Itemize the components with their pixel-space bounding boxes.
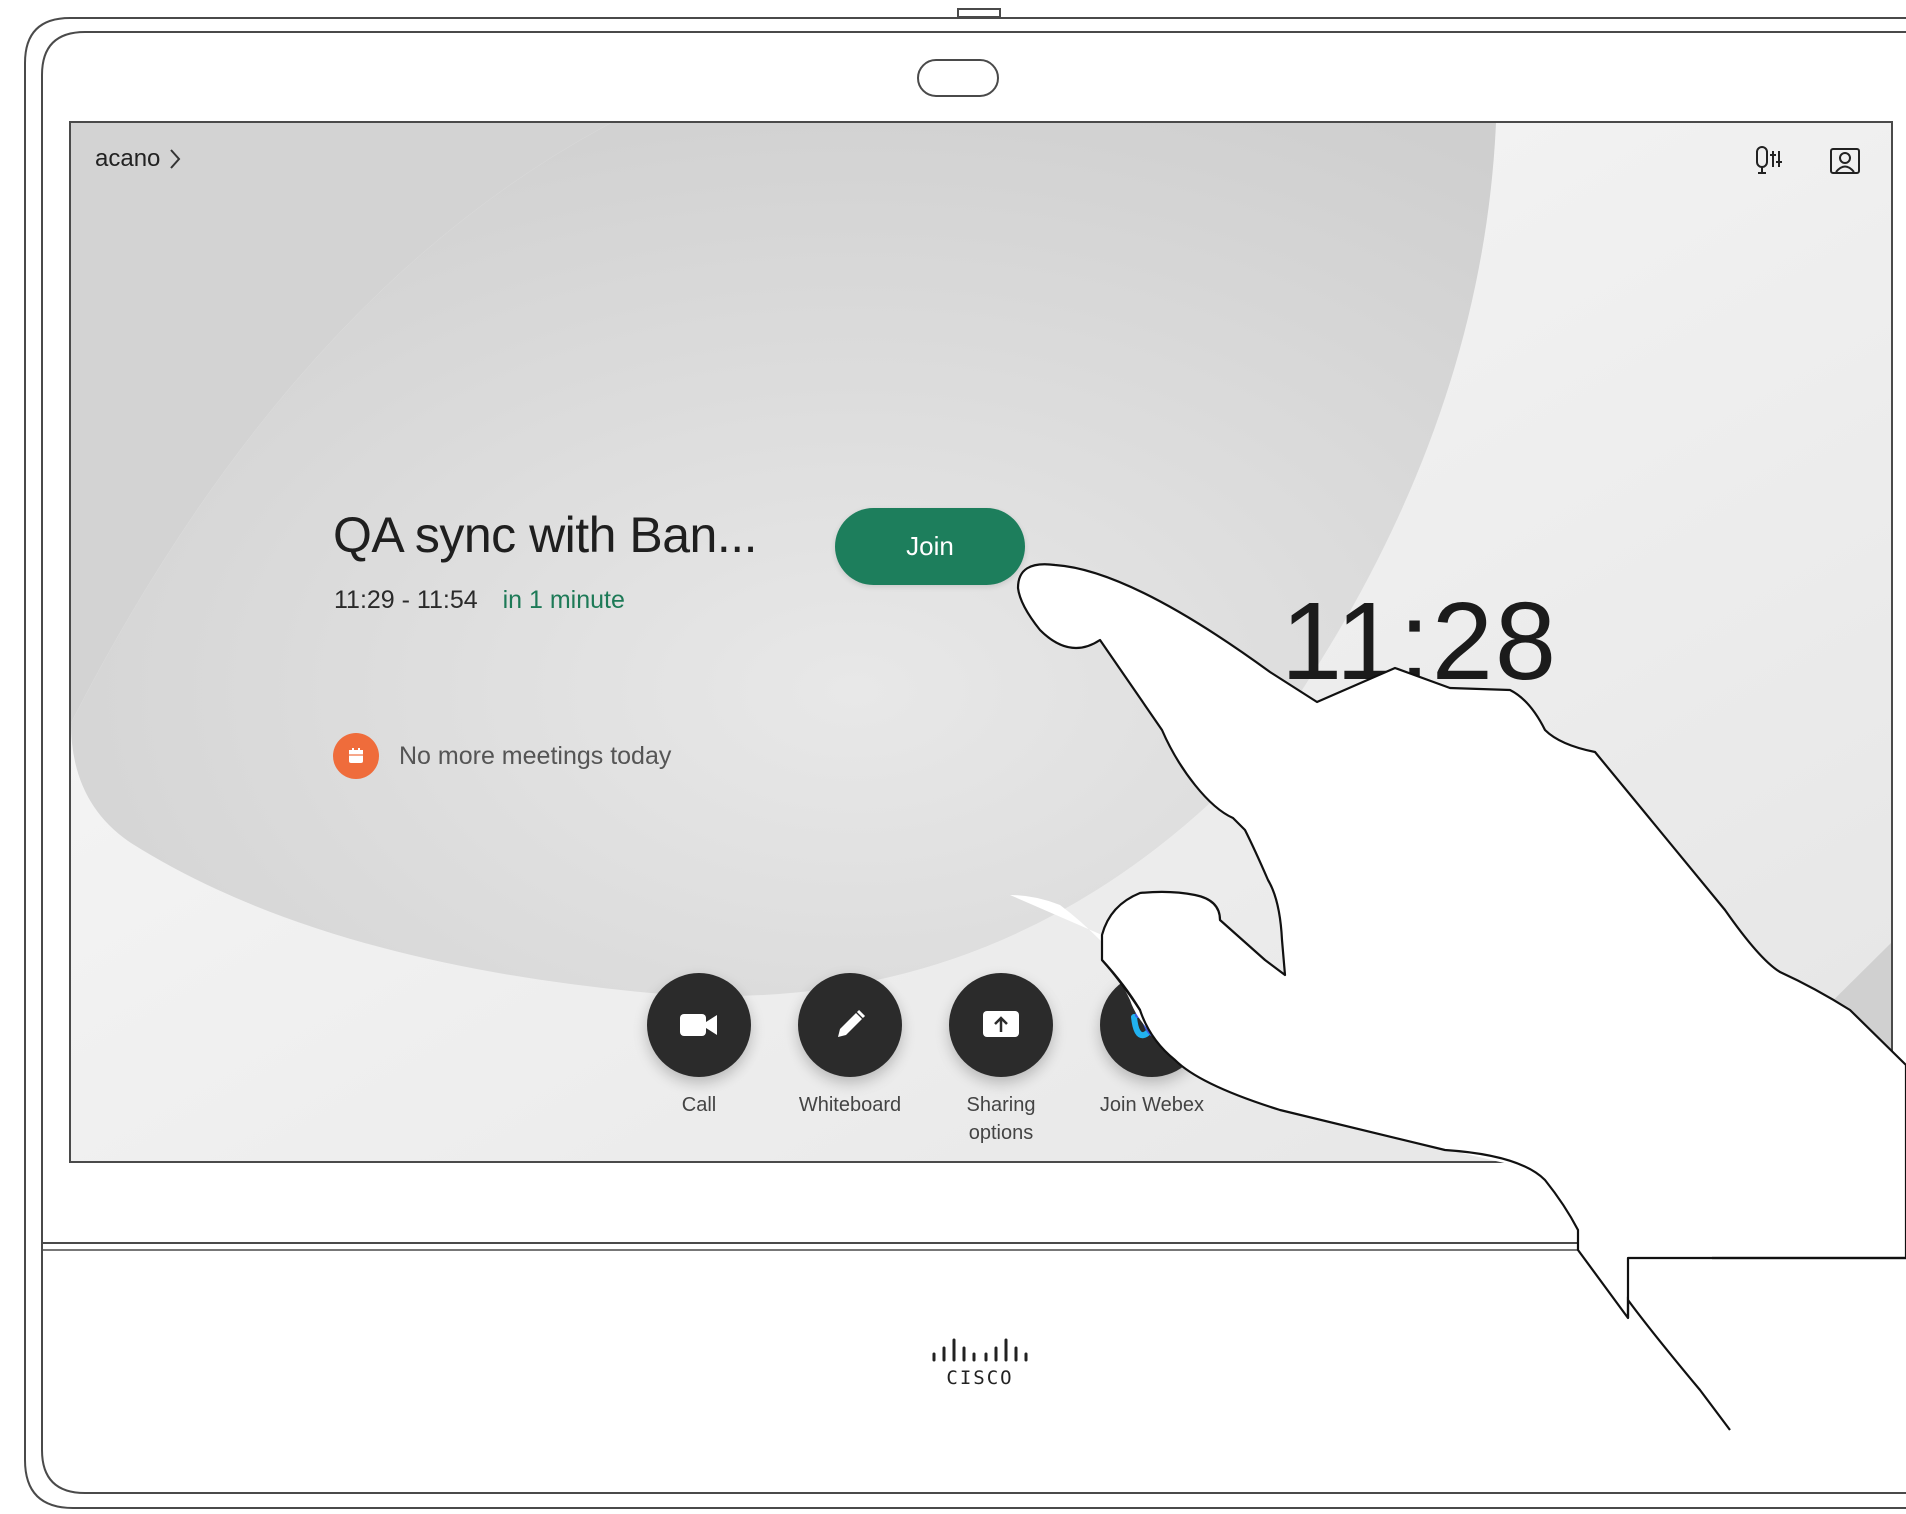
self-view-icon[interactable] bbox=[1829, 145, 1861, 177]
device-stage: acano QA sync with Ban... 11:29 - 11:54 … bbox=[0, 0, 1906, 1514]
camera-icon bbox=[680, 1014, 717, 1036]
join-button[interactable]: Join bbox=[835, 508, 1025, 585]
messages-button[interactable] bbox=[1251, 973, 1355, 1077]
mic-settings-icon[interactable] bbox=[1753, 145, 1785, 177]
join-webex-button[interactable] bbox=[1100, 973, 1204, 1077]
whiteboard-button[interactable] bbox=[798, 973, 902, 1077]
call-action[interactable]: Call bbox=[624, 973, 774, 1119]
call-button[interactable] bbox=[647, 973, 751, 1077]
messages-icon bbox=[1288, 1013, 1318, 1039]
whiteboard-action[interactable]: Whiteboard bbox=[775, 973, 925, 1119]
cisco-logo-icon: CISCO bbox=[928, 1338, 1032, 1389]
device-controls bbox=[1750, 1175, 1872, 1219]
calendar-icon bbox=[333, 733, 379, 779]
meeting-time-row: 11:29 - 11:54 in 1 minute bbox=[334, 586, 625, 615]
meeting-time: 11:29 - 11:54 bbox=[334, 586, 478, 614]
webex-icon bbox=[1131, 1011, 1172, 1039]
share-up-arrow-icon bbox=[983, 1011, 1019, 1037]
home-button-icon[interactable] bbox=[1828, 1175, 1872, 1219]
call-label: Call bbox=[681, 1094, 717, 1116]
messages-label: Mes bbox=[1284, 1094, 1322, 1116]
top-right-icons bbox=[1753, 145, 1861, 177]
cisco-bars-icon bbox=[932, 1338, 1028, 1362]
join-webex-action[interactable]: Join Webex bbox=[1077, 973, 1227, 1119]
home-screen: acano QA sync with Ban... 11:29 - 11:54 … bbox=[71, 123, 1891, 1161]
messages-action[interactable]: Mes bbox=[1228, 973, 1378, 1119]
meeting-relative-time: in 1 minute bbox=[502, 586, 625, 614]
sharing-options-action[interactable]: Sharing options bbox=[926, 973, 1076, 1147]
device-name-link[interactable]: acano bbox=[95, 145, 182, 173]
meeting-title: QA sync with Ban... bbox=[333, 507, 758, 563]
sharing-options-button[interactable] bbox=[949, 973, 1053, 1077]
schedule-note: No more meetings today bbox=[333, 733, 671, 779]
no-meetings-text: No more meetings today bbox=[399, 741, 672, 770]
pencil-icon bbox=[838, 1009, 866, 1037]
whiteboard-label: Whiteboard bbox=[798, 1094, 902, 1116]
join-webex-label: Join Webex bbox=[1099, 1094, 1205, 1116]
clock: 11:28 bbox=[1281, 580, 1559, 703]
cisco-brand-text: CISCO bbox=[946, 1367, 1014, 1389]
sharing-options-label: Sharing options bbox=[966, 1094, 1036, 1144]
volume-icon[interactable] bbox=[1750, 1175, 1800, 1219]
chevron-right-icon bbox=[170, 149, 181, 169]
device-name-label: acano bbox=[95, 145, 161, 172]
